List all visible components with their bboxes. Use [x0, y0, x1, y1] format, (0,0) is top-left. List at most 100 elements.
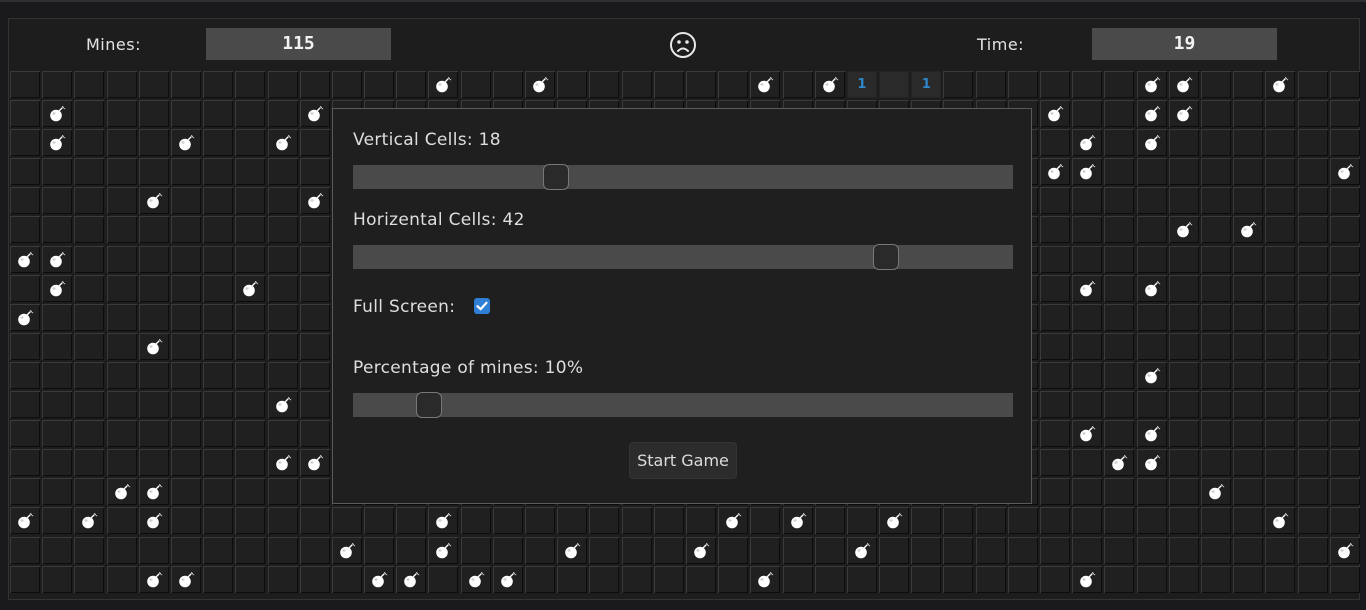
mine-cell[interactable]: [1168, 216, 1199, 244]
hidden-cell[interactable]: [1200, 420, 1231, 448]
hidden-cell[interactable]: [1007, 536, 1038, 564]
hidden-cell[interactable]: [235, 332, 266, 360]
hidden-cell[interactable]: [1200, 332, 1231, 360]
mine-cell[interactable]: [718, 507, 749, 535]
hidden-cell[interactable]: [1233, 71, 1264, 98]
hidden-cell[interactable]: [267, 361, 298, 389]
mine-cell[interactable]: [1200, 478, 1231, 506]
hidden-cell[interactable]: [42, 391, 73, 419]
hidden-cell[interactable]: [1329, 391, 1360, 419]
hidden-cell[interactable]: [589, 536, 620, 564]
hidden-cell[interactable]: [299, 216, 330, 244]
hidden-cell[interactable]: [1072, 100, 1103, 128]
hidden-cell[interactable]: [299, 274, 330, 302]
mine-cell[interactable]: [1136, 274, 1167, 302]
mine-cell[interactable]: [299, 187, 330, 215]
hidden-cell[interactable]: [814, 507, 845, 535]
hidden-cell[interactable]: [74, 100, 105, 128]
hidden-cell[interactable]: [106, 449, 137, 477]
hidden-cell[interactable]: [1200, 303, 1231, 331]
hidden-cell[interactable]: [1265, 100, 1296, 128]
hidden-cell[interactable]: [74, 158, 105, 186]
hidden-cell[interactable]: [74, 216, 105, 244]
hidden-cell[interactable]: [138, 361, 169, 389]
hidden-cell[interactable]: [138, 245, 169, 273]
hidden-cell[interactable]: [74, 420, 105, 448]
hidden-cell[interactable]: [364, 536, 395, 564]
hidden-cell[interactable]: [106, 303, 137, 331]
mine-cell[interactable]: [782, 507, 813, 535]
hidden-cell[interactable]: [1329, 129, 1360, 157]
hidden-cell[interactable]: [460, 507, 491, 535]
hidden-cell[interactable]: [1104, 478, 1135, 506]
mine-cell[interactable]: [364, 565, 395, 593]
hidden-cell[interactable]: [170, 187, 201, 215]
hidden-cell[interactable]: [1072, 71, 1103, 98]
hidden-cell[interactable]: [1168, 361, 1199, 389]
hidden-cell[interactable]: [10, 565, 40, 593]
hidden-cell[interactable]: [299, 391, 330, 419]
hidden-cell[interactable]: [203, 565, 234, 593]
hidden-cell[interactable]: [10, 332, 40, 360]
hidden-cell[interactable]: [138, 129, 169, 157]
mine-cell[interactable]: [138, 478, 169, 506]
hidden-cell[interactable]: [1233, 391, 1264, 419]
hidden-cell[interactable]: [235, 100, 266, 128]
hidden-cell[interactable]: [1329, 507, 1360, 535]
full-screen-checkbox[interactable]: [474, 298, 490, 314]
hidden-cell[interactable]: [299, 71, 330, 98]
hidden-cell[interactable]: [267, 100, 298, 128]
hidden-cell[interactable]: [1136, 216, 1167, 244]
hidden-cell[interactable]: [1200, 245, 1231, 273]
hidden-cell[interactable]: [1168, 332, 1199, 360]
hidden-cell[interactable]: [589, 565, 620, 593]
hidden-cell[interactable]: [814, 536, 845, 564]
hidden-cell[interactable]: [1265, 420, 1296, 448]
hidden-cell[interactable]: [1040, 507, 1070, 535]
mine-percentage-slider-thumb[interactable]: [416, 392, 442, 418]
hidden-cell[interactable]: [1072, 478, 1103, 506]
hidden-cell[interactable]: [943, 565, 974, 593]
hidden-cell[interactable]: [203, 420, 234, 448]
mine-cell[interactable]: [750, 565, 781, 593]
hidden-cell[interactable]: [170, 478, 201, 506]
hidden-cell[interactable]: [1265, 216, 1296, 244]
hidden-cell[interactable]: [1007, 565, 1038, 593]
hidden-cell[interactable]: [911, 507, 942, 535]
hidden-cell[interactable]: [1136, 187, 1167, 215]
hidden-cell[interactable]: [1168, 478, 1199, 506]
hidden-cell[interactable]: [1329, 420, 1360, 448]
hidden-cell[interactable]: [170, 274, 201, 302]
hidden-cell[interactable]: [396, 71, 427, 98]
vertical-cells-slider-thumb[interactable]: [543, 164, 569, 190]
hidden-cell[interactable]: [1040, 478, 1070, 506]
hidden-cell[interactable]: [1297, 187, 1328, 215]
hidden-cell[interactable]: [42, 361, 73, 389]
hidden-cell[interactable]: [42, 420, 73, 448]
mine-cell[interactable]: [1040, 158, 1070, 186]
hidden-cell[interactable]: [267, 71, 298, 98]
hidden-cell[interactable]: [1265, 274, 1296, 302]
hidden-cell[interactable]: [235, 187, 266, 215]
hidden-cell[interactable]: [621, 536, 652, 564]
mine-cell[interactable]: [1265, 71, 1296, 98]
hidden-cell[interactable]: [782, 71, 813, 98]
hidden-cell[interactable]: [879, 536, 910, 564]
hidden-cell[interactable]: [10, 536, 40, 564]
hidden-cell[interactable]: [299, 158, 330, 186]
hidden-cell[interactable]: [1297, 216, 1328, 244]
mine-cell[interactable]: [460, 565, 491, 593]
hidden-cell[interactable]: [267, 536, 298, 564]
hidden-cell[interactable]: [299, 245, 330, 273]
hidden-cell[interactable]: [1329, 100, 1360, 128]
hidden-cell[interactable]: [1136, 332, 1167, 360]
hidden-cell[interactable]: [1072, 332, 1103, 360]
hidden-cell[interactable]: [1072, 245, 1103, 273]
hidden-cell[interactable]: [10, 449, 40, 477]
hidden-cell[interactable]: [557, 507, 588, 535]
mine-cell[interactable]: [1040, 100, 1070, 128]
hidden-cell[interactable]: [1297, 391, 1328, 419]
hidden-cell[interactable]: [203, 71, 234, 98]
hidden-cell[interactable]: [1168, 507, 1199, 535]
hidden-cell[interactable]: [1040, 303, 1070, 331]
